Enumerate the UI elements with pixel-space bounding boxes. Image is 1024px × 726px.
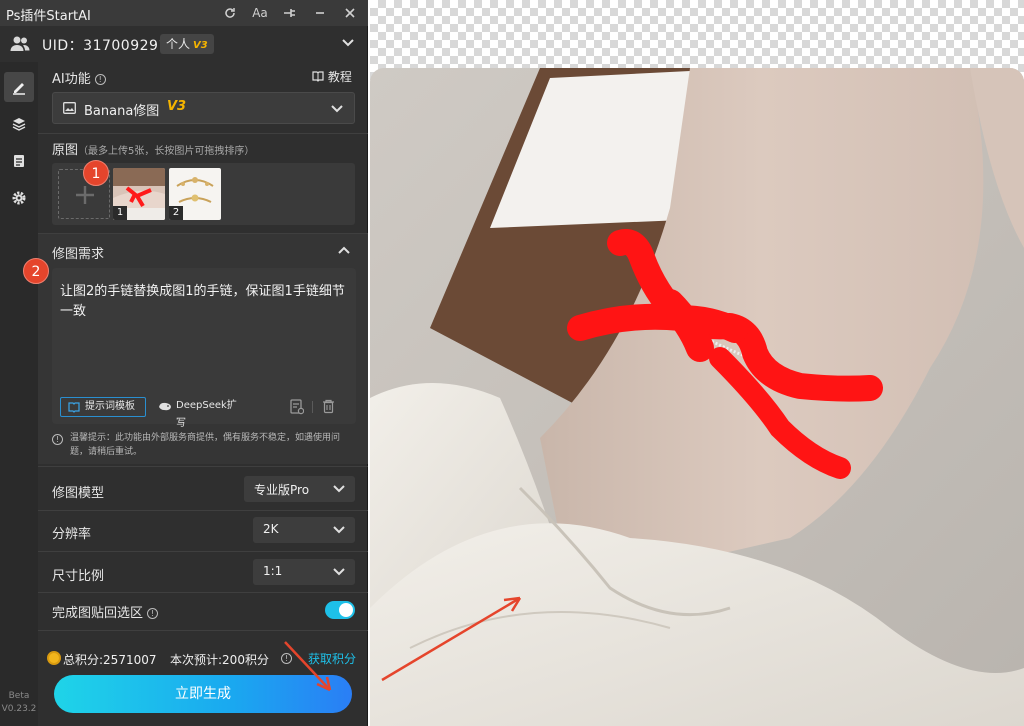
annotation-arrow [284,641,331,691]
annotation-arrow [381,596,521,682]
arrow-head [503,596,522,612]
annotation-arrows [284,596,522,692]
